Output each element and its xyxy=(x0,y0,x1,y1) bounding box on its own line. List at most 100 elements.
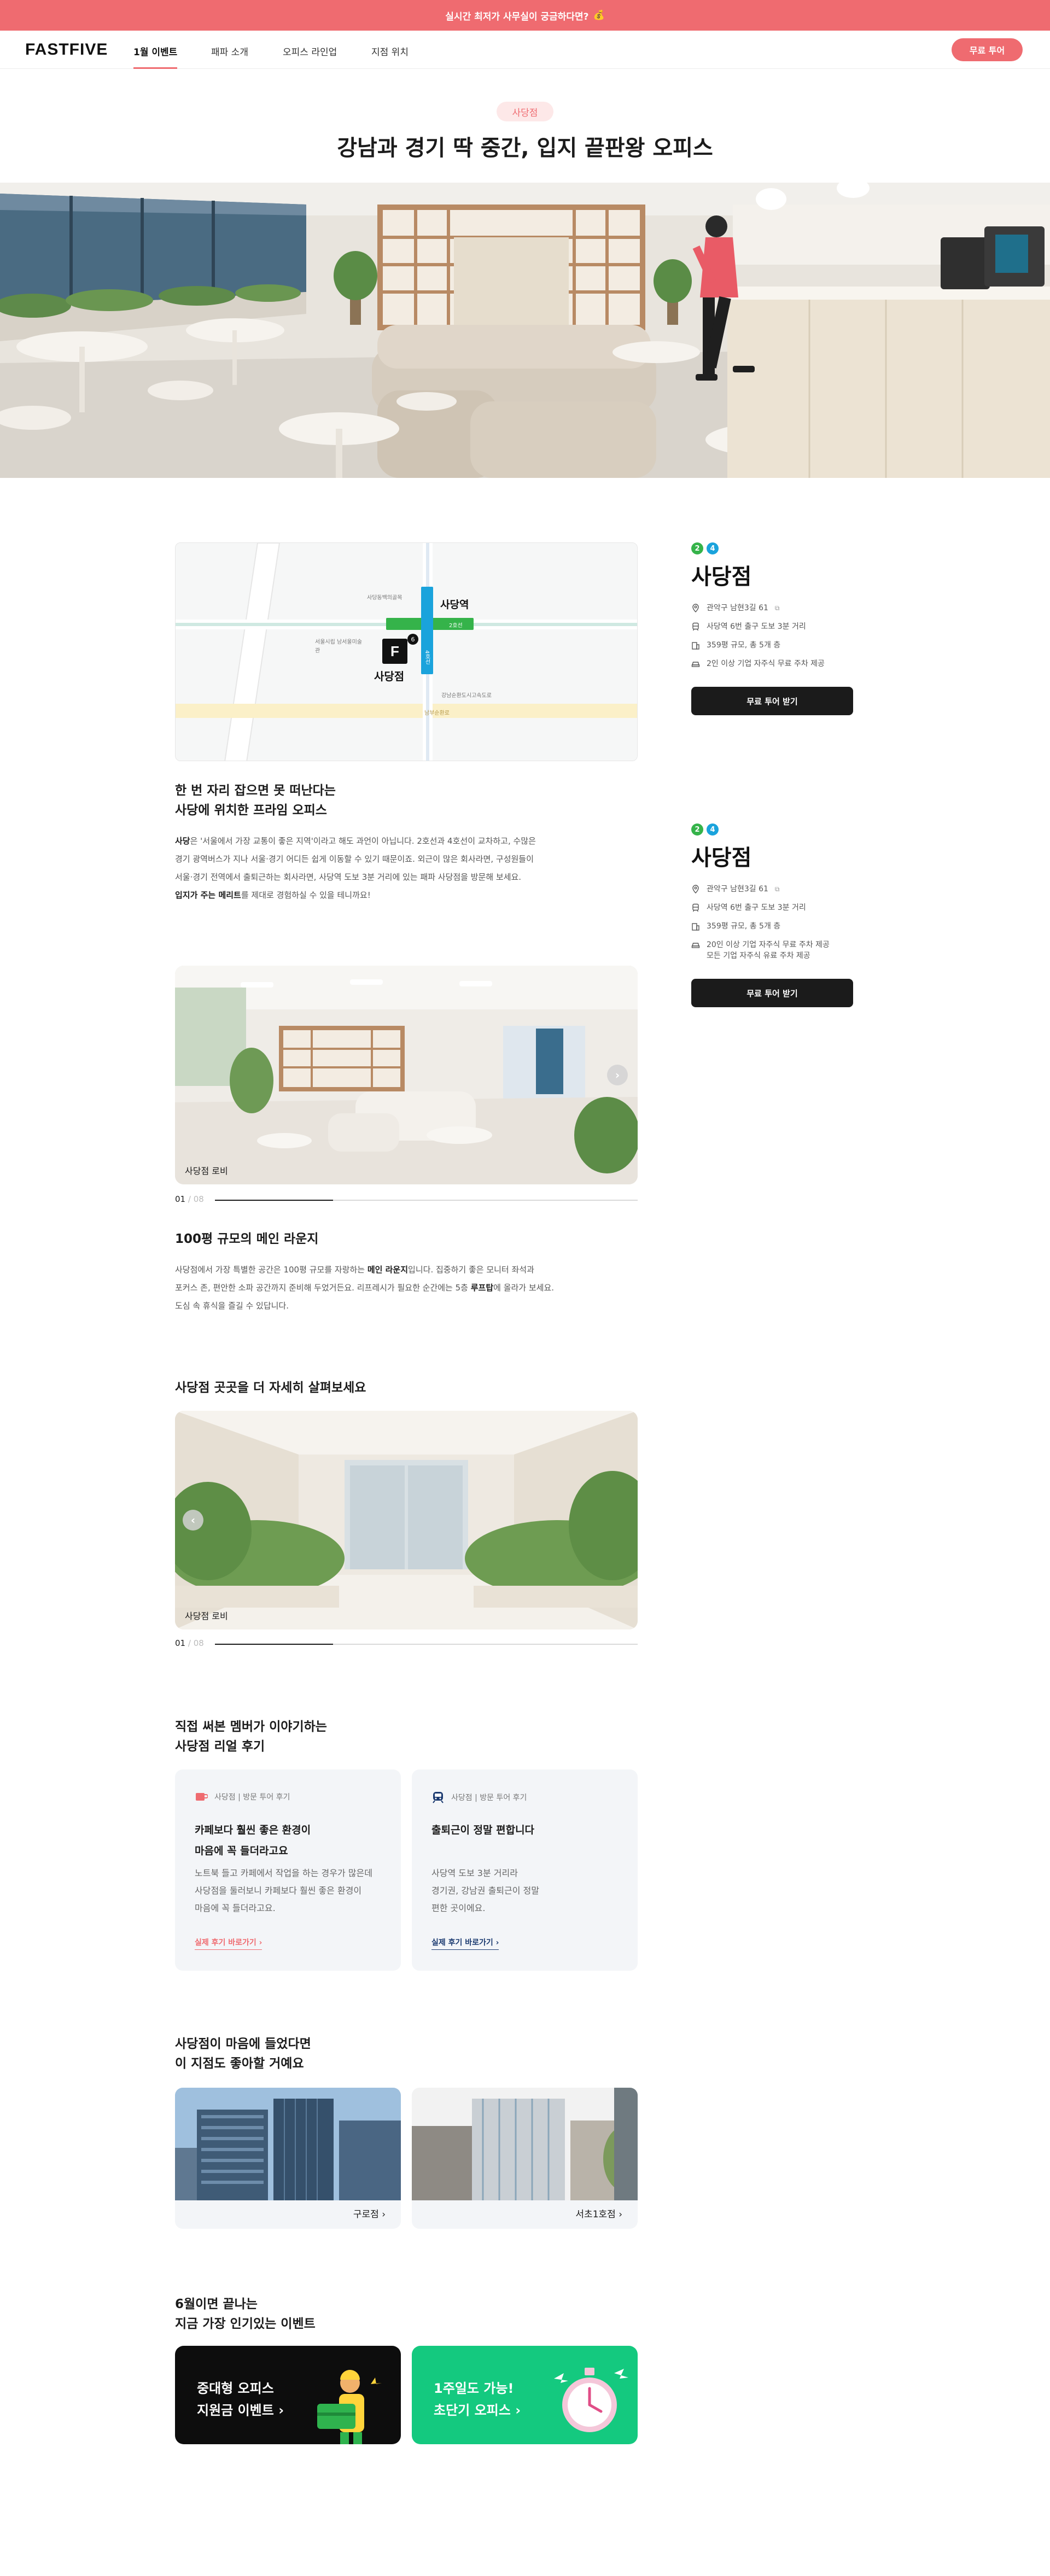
gallery-pager: 01 / 08 xyxy=(175,1194,204,1204)
map-branch-label: 사당점 xyxy=(374,670,405,683)
intro-text-4: 를 제대로 경험하실 수 있을 테니까요! xyxy=(241,890,371,900)
events-title: 6월이면 끝나는 지금 가장 인기있는 이벤트 xyxy=(175,2294,316,2334)
event-line1: 1주일도 가능! xyxy=(434,2381,514,2396)
copy-icon[interactable]: ⧉ xyxy=(775,603,780,614)
branch-details: 관악구 남현3길 61 ⧉ 사당역 6번 출구 도보 3분 거리 359평 규모… xyxy=(691,884,866,961)
review-link[interactable]: 실제 후기 바로가기 › xyxy=(195,1937,262,1950)
branch-card-guro[interactable]: 구로점 › xyxy=(175,2088,401,2229)
gallery2-progress-fill xyxy=(215,1644,334,1645)
parking-text-2: 모든 기업 자주식 유료 주차 제공 xyxy=(707,951,810,960)
branch-card-seocho1[interactable]: 서초1호점 › xyxy=(412,2088,638,2229)
gallery-lobby-photo[interactable]: 사당점 로비 › xyxy=(175,966,638,1184)
branch-info-card: 2 4 사당점 관악구 남현3길 61 ⧉ 사당역 6번 출구 도보 3분 거리… xyxy=(691,542,866,715)
money-bag-icon: 💰 xyxy=(593,10,605,21)
page-title: 강남과 경기 딱 중간, 입지 끝판왕 오피스 xyxy=(337,136,713,161)
size-text: 359평 규모, 총 5개 층 xyxy=(707,922,781,931)
map-label-alley: 사당동백의골목 xyxy=(367,595,402,601)
nav-item-lineup[interactable]: 오피스 라인업 xyxy=(283,44,337,58)
location-map[interactable]: 사당역 2호선 4호선 사당동백의골목 서울시립 남서울미술관 강남순환도시고속… xyxy=(175,542,638,761)
line4-badge: 4 xyxy=(707,823,719,836)
size-row: 359평 규모, 총 5개 층 xyxy=(691,640,866,651)
review-link[interactable]: 실제 후기 바로가기 › xyxy=(431,1937,499,1950)
lounge-line2: 포커스 존, 편안한 소파 공간까지 준비해 두었거든요. 리프레시가 필요한 … xyxy=(175,1279,638,1297)
top-promo-banner[interactable]: 실시간 최저가 사무실이 궁금하다면? 💰 xyxy=(0,0,1050,31)
size-text: 359평 규모, 총 5개 층 xyxy=(707,641,781,650)
corridor-illustration xyxy=(175,1411,638,1629)
parking-text: 20인 이상 기업 자주식 무료 주차 제공 모든 기업 자주식 유료 주차 제… xyxy=(707,939,830,961)
copy-icon[interactable]: ⧉ xyxy=(775,884,780,895)
logo[interactable]: FASTFIVE xyxy=(25,40,108,59)
hero-image xyxy=(0,183,1050,478)
free-tour-button[interactable]: 무료 투어 xyxy=(952,38,1023,61)
tour-request-button[interactable]: 무료 투어 받기 xyxy=(691,979,853,1007)
review-text-line2: 경기권, 강남권 출퇴근이 정말 xyxy=(431,1885,539,1896)
stopwatch-icon xyxy=(554,2368,628,2432)
pager-total: 08 xyxy=(193,1194,204,1204)
review-text-line2: 사당점을 둘러보니 카페보다 훨씬 좋은 환경이 xyxy=(195,1885,362,1896)
location-pin-icon xyxy=(692,885,699,893)
line2-badge: 2 xyxy=(691,542,703,554)
subway-line-badges: 2 4 xyxy=(691,823,866,836)
review-meta-text: 사당점 | 방문 투어 후기 xyxy=(451,1794,527,1802)
event-card-short-term[interactable]: 1주일도 가능! 초단기 오피스 › xyxy=(412,2346,638,2444)
subway-row: 사당역 6번 출구 도보 3분 거리 xyxy=(691,621,866,632)
prev-arrow-icon[interactable]: ‹ xyxy=(183,1510,203,1531)
main-nav: FASTFIVE 1월 이벤트 패파 소개 오피스 라인업 지점 위치 무료 투… xyxy=(0,31,1050,69)
gallery2-progress-track[interactable] xyxy=(215,1644,638,1645)
lounge-title: 100평 규모의 메인 라운지 xyxy=(175,1232,319,1246)
branch-info-card-sticky: 2 4 사당점 관악구 남현3길 61 ⧉ 사당역 6번 출구 도보 3분 거리… xyxy=(691,823,866,1007)
banner-text: 실시간 최저가 사무실이 궁금하다면? xyxy=(445,11,589,22)
review-title: 카페보다 훨씬 좋은 환경이 마음에 꼭 들더라고요 xyxy=(195,1820,311,1861)
event-line2: 지원금 이벤트 › xyxy=(197,2403,284,2418)
event-line1: 중대형 오피스 xyxy=(197,2381,274,2396)
lounge-bold-1: 메인 라운지 xyxy=(367,1265,409,1275)
gallery-corridor-photo[interactable]: 사당점 로비 ‹ xyxy=(175,1411,638,1629)
review-card[interactable]: 사당점 | 방문 투어 후기 출퇴근이 정말 편합니다 사당역 도보 3분 거리… xyxy=(412,1769,638,1971)
review-card[interactable]: 사당점 | 방문 투어 후기 카페보다 훨씬 좋은 환경이 마음에 꼭 들더라고… xyxy=(175,1769,401,1971)
intro-line1: 사당은 '서울에서 가장 교통이 좋은 지역'이라고 해도 과언이 아닙니다. … xyxy=(175,832,638,850)
address-row: 관악구 남현3길 61 ⧉ xyxy=(691,884,866,895)
subway-icon xyxy=(692,622,699,631)
car-icon xyxy=(691,943,700,948)
gallery-progress-track[interactable] xyxy=(215,1200,638,1201)
intro-bold-1: 사당 xyxy=(175,836,190,846)
map-label-museum: 서울시립 남서울미술관 xyxy=(315,639,362,654)
recommend-title-line2: 이 지점도 좋아할 거예요 xyxy=(175,2057,304,2071)
building-icon xyxy=(692,923,699,931)
review-meta-text: 사당점 | 방문 투어 후기 xyxy=(214,1793,290,1802)
review-title: 출퇴근이 정말 편합니다 xyxy=(431,1820,534,1841)
next-arrow-icon[interactable]: › xyxy=(607,1065,628,1085)
delivery-person-icon xyxy=(317,2370,382,2444)
review-text: 사당역 도보 3분 거리라 경기권, 강남권 출퇴근이 정말 편한 곳이에요. xyxy=(431,1865,623,1917)
lounge-illustration xyxy=(0,183,1050,478)
gallery2-pager: 01 / 08 xyxy=(175,1638,204,1648)
event-line2: 초단기 오피스 › xyxy=(434,2403,521,2418)
review-text-line3: 편한 곳이에요. xyxy=(431,1903,486,1913)
tour-request-button[interactable]: 무료 투어 받기 xyxy=(691,687,853,715)
branch-name: 사당점 xyxy=(691,564,752,589)
recommend-title: 사당점이 마음에 들었다면 이 지점도 좋아할 거예요 xyxy=(175,2034,311,2073)
guro-building-image xyxy=(175,2088,401,2200)
review-meta: 사당점 | 방문 투어 후기 xyxy=(431,1791,527,1803)
address-row: 관악구 남현3길 61 ⧉ xyxy=(691,603,866,614)
event-text: 1주일도 가능! 초단기 오피스 › xyxy=(434,2378,521,2421)
branch-label: 서초1호점 › xyxy=(575,2209,622,2220)
pager-current: 01 xyxy=(175,1194,186,1204)
gallery2-title: 사당점 곳곳을 더 자세히 살펴보세요 xyxy=(175,1381,366,1395)
review-title-line1: 카페보다 훨씬 좋은 환경이 xyxy=(195,1824,311,1836)
coffee-cup-icon xyxy=(196,1793,208,1801)
intro-title: 한 번 자리 잡으면 못 떠난다는 사당에 위치한 프라임 오피스 xyxy=(175,781,336,820)
nav-item-event[interactable]: 1월 이벤트 xyxy=(133,44,178,69)
event-card-office-grant[interactable]: 중대형 오피스 지원금 이벤트 › xyxy=(175,2346,401,2444)
intro-line2: 경기 광역버스가 지나 서울·경기 어디든 쉽게 이동할 수 있기 때문이죠. … xyxy=(175,854,534,864)
review-text: 노트북 들고 카페에서 작업을 하는 경우가 많은데 사당점을 둘러보니 카페보… xyxy=(195,1865,386,1917)
lounge-text-1c: 입니다. 집중하기 좋은 모니터 좌석과 xyxy=(408,1265,534,1275)
map-label-road: 남부순환로 xyxy=(424,710,450,716)
review-title-line1: 출퇴근이 정말 편합니다 xyxy=(431,1824,535,1836)
lounge-text-2c: 에 올라가 보세요. xyxy=(493,1283,555,1293)
nav-item-location[interactable]: 지점 위치 xyxy=(371,44,409,58)
page: 실시간 최저가 사무실이 궁금하다면? 💰 FASTFIVE 1월 이벤트 패파… xyxy=(0,0,1050,2576)
nav-item-about[interactable]: 패파 소개 xyxy=(211,44,248,58)
reviews-title: 직접 써본 멤버가 이야기하는 사당점 리얼 후기 xyxy=(175,1717,327,1756)
gallery-caption: 사당점 로비 xyxy=(185,1166,228,1176)
